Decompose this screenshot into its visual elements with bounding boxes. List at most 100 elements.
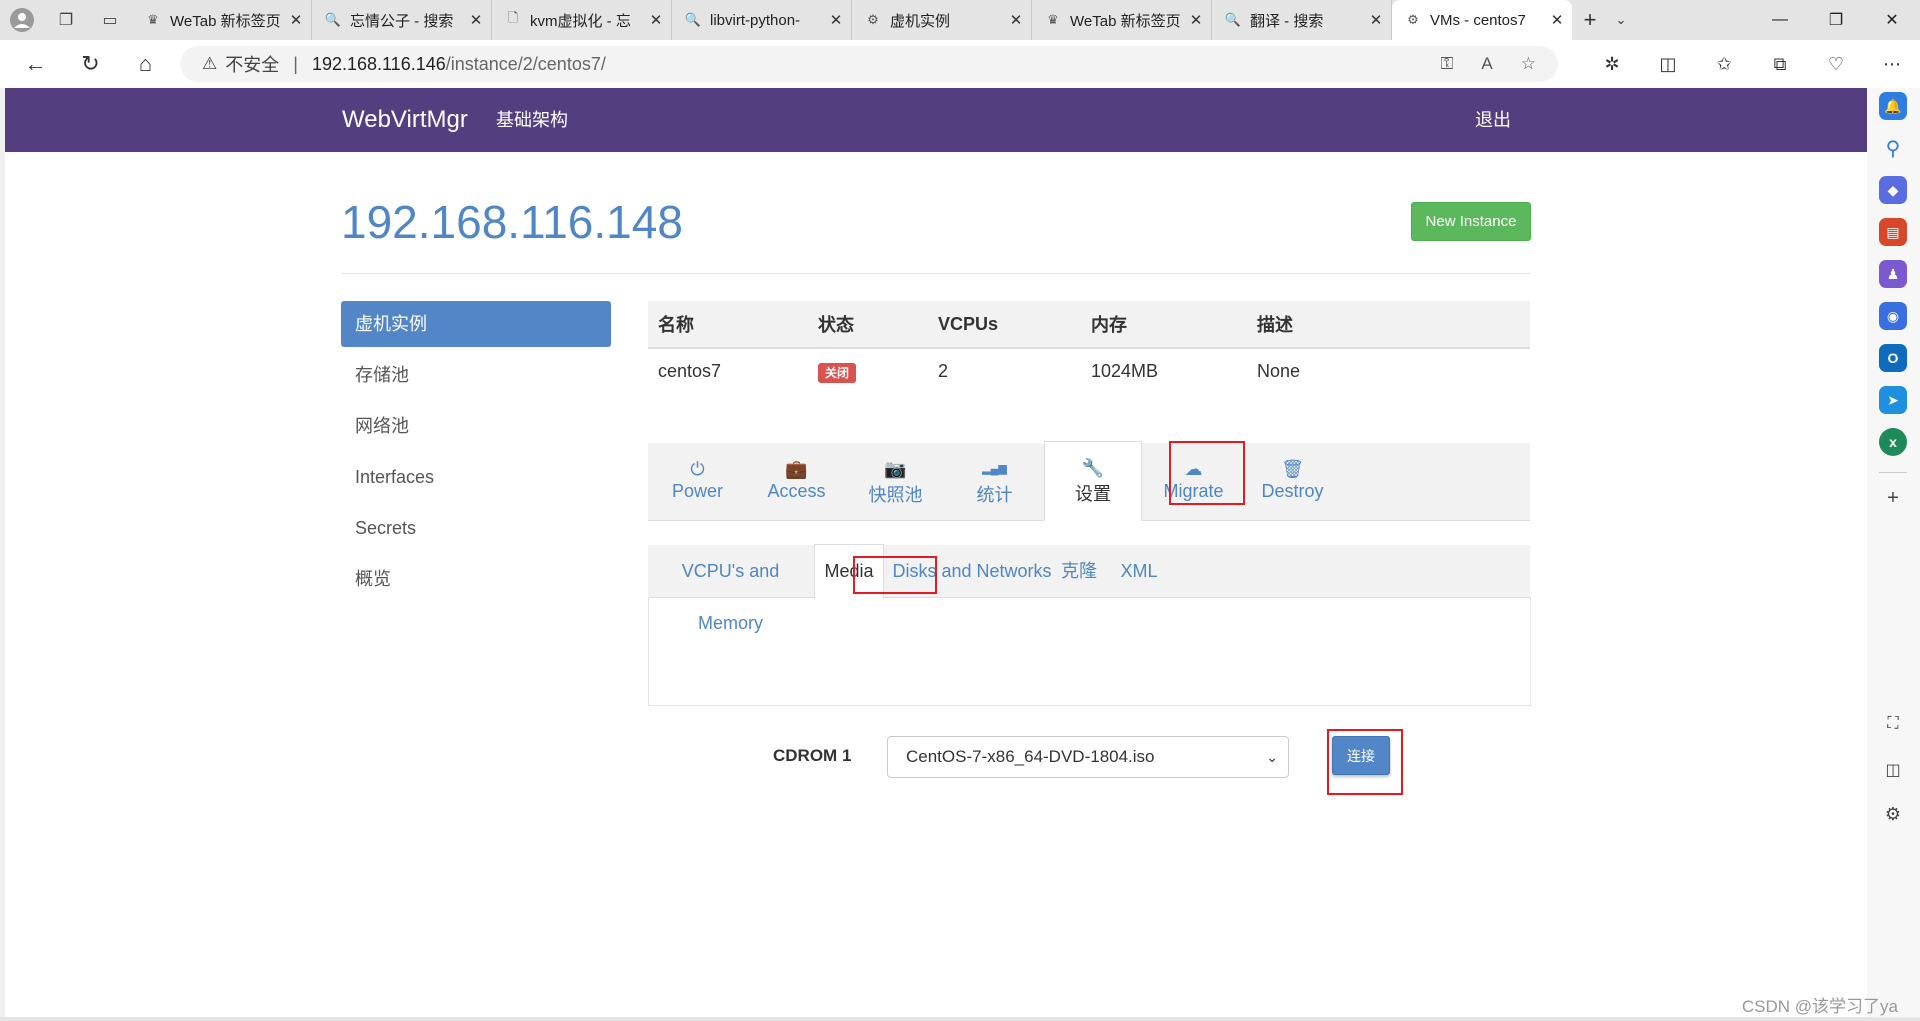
settings-gear-icon[interactable]: ⚙ <box>1879 800 1907 828</box>
shopping-tag-icon[interactable]: ◆ <box>1879 176 1907 204</box>
search-icon: 🔍 <box>684 12 702 27</box>
nav-infrastructure[interactable]: 基础架构 <box>496 88 568 152</box>
close-tab-icon[interactable]: ✕ <box>1548 11 1566 29</box>
browser-tab[interactable]: ♛ WeTab 新标签页 ✕ <box>132 0 312 40</box>
browser-tab[interactable]: ♛ WeTab 新标签页 ✕ <box>1032 0 1212 40</box>
col-description: 描述 <box>1247 301 1530 349</box>
close-tab-icon[interactable]: ✕ <box>1187 11 1205 29</box>
search-icon[interactable]: ⚲ <box>1879 134 1907 162</box>
browser-tab[interactable]: 🔍 libvirt-python- ✕ <box>672 0 852 40</box>
action-tab-label: 设置 <box>1075 484 1111 504</box>
url-field[interactable]: ⚠ 不安全 | 192.168.116.146/instance/2/cento… <box>180 46 1558 82</box>
browser-tab-title: kvm虚拟化 - 忘 <box>530 12 631 30</box>
split-screen-icon[interactable]: ◫ <box>1640 40 1696 88</box>
screenshot-icon[interactable]: ⛶ <box>1879 710 1907 738</box>
action-tab[interactable]: ▂▄▆ 统计 <box>945 443 1044 520</box>
outlook-icon[interactable]: O <box>1879 344 1907 372</box>
sidebar-toggle-icon[interactable]: ◫ <box>1879 756 1907 784</box>
close-tab-icon[interactable]: ✕ <box>1007 11 1025 29</box>
minimize-icon[interactable]: — <box>1752 0 1808 40</box>
action-tab[interactable]: ⏻ Power <box>648 443 747 520</box>
security-label: 不安全 <box>225 55 280 75</box>
games-icon[interactable]: ♟ <box>1879 260 1907 288</box>
new-tab-icon[interactable]: + <box>1572 7 1608 33</box>
cdrom-iso-select[interactable]: CentOS-7-x86_64-DVD-1804.iso ⌄ <box>887 736 1289 778</box>
tab-actions-icon[interactable]: ▭ <box>88 0 132 40</box>
profile-icon[interactable] <box>0 0 44 40</box>
browser-tab[interactable]: 🔍 忘情公子 - 搜索 ✕ <box>312 0 492 40</box>
subtab[interactable]: 克隆 <box>1048 545 1110 597</box>
top-navbar: WebVirtMgr 基础架构 退出 <box>5 88 1867 152</box>
window-controls: — ❐ ✕ <box>1752 0 1920 40</box>
cell-name: centos7 <box>658 361 722 381</box>
read-aloud-icon[interactable]: A <box>1481 54 1492 74</box>
divider <box>341 273 1531 274</box>
webvirt-icon: ⚙ <box>867 12 879 27</box>
warning-icon: ⚠ <box>202 54 218 73</box>
collections-icon[interactable]: ❐ <box>44 0 88 40</box>
bottom-edge <box>0 1017 1920 1021</box>
action-tab-label: Access <box>767 481 826 501</box>
refresh-icon[interactable]: ↻ <box>63 40 118 88</box>
favorite-star-icon[interactable]: ☆ <box>1521 54 1536 74</box>
instance-action-tabs: ⏻ Power 💼 Access 📷 快照池 ▂▄▆ 统计 🔧 设置 ☁ Migrate 🗑 Destro… <box>648 441 1530 521</box>
action-tab[interactable]: 🗑 Destroy <box>1243 443 1342 520</box>
browser-tab-title: 虚机实例 <box>890 12 951 30</box>
menu-item[interactable]: 存储池 <box>341 352 611 398</box>
close-tab-icon[interactable]: ✕ <box>827 11 845 29</box>
url-separator: | <box>293 53 298 74</box>
extensions-icon[interactable]: ✲ <box>1584 40 1640 88</box>
favorites-icon[interactable]: ✩ <box>1696 40 1752 88</box>
menu-item[interactable]: 网络池 <box>341 403 611 449</box>
menu-item[interactable]: 概览 <box>341 556 611 602</box>
sidebar-divider <box>1879 472 1907 473</box>
key-icon[interactable]: ⚿ <box>1440 54 1453 74</box>
col-memory: 内存 <box>1081 301 1247 349</box>
action-tab-label: Destroy <box>1261 481 1324 501</box>
url-path: /instance/2/centos7/ <box>445 53 606 74</box>
menu-item[interactable]: Secrets <box>341 505 611 551</box>
close-tab-icon[interactable]: ✕ <box>287 11 305 29</box>
action-tab[interactable]: 📷 快照池 <box>846 443 945 520</box>
add-icon[interactable]: + <box>1879 484 1907 512</box>
browser-essentials-icon[interactable]: ♡ <box>1808 40 1864 88</box>
crown-icon: ♛ <box>1047 12 1059 27</box>
new-instance-button[interactable]: New Instance <box>1411 202 1531 241</box>
annotation-box-settings <box>1169 441 1245 505</box>
send-icon[interactable]: ➤ <box>1879 386 1907 414</box>
more-menu-icon[interactable]: ⋯ <box>1864 40 1920 88</box>
subtab[interactable]: XML <box>1108 545 1170 597</box>
browser-tab[interactable]: ⚙ VMs - centos7 ✕ <box>1392 0 1572 40</box>
crown-icon: ♛ <box>147 12 159 27</box>
home-icon[interactable]: ⌂ <box>118 40 173 88</box>
collections-toolbar-icon[interactable]: ⧉ <box>1752 40 1808 88</box>
url-host: 192.168.116.146 <box>311 53 446 74</box>
page-title: 192.168.116.148 <box>341 196 683 248</box>
menu-item[interactable]: Interfaces <box>341 454 611 500</box>
restore-icon[interactable]: ❐ <box>1808 0 1864 40</box>
browser-tab[interactable]: 🔍 翻译 - 搜索 ✕ <box>1212 0 1392 40</box>
microsoft-365-icon[interactable]: ◉ <box>1879 302 1907 330</box>
browser-tab[interactable]: 🗋 kvm虚拟化 - 忘 ✕ <box>492 0 672 40</box>
tools-briefcase-icon[interactable]: ▤ <box>1879 218 1907 246</box>
cell-vcpus: 2 <box>938 361 949 381</box>
x-app-icon[interactable]: x <box>1879 428 1907 456</box>
back-icon[interactable]: ← <box>8 40 63 88</box>
settings-subtabs: VCPU's and Memory Media Disks and Networks… <box>648 544 1530 633</box>
chevron-down-icon[interactable]: ⌄ <box>1608 12 1634 28</box>
logout-link[interactable]: 退出 <box>1475 88 1511 152</box>
close-tab-icon[interactable]: ✕ <box>1367 11 1385 29</box>
action-tab[interactable]: 🔧 设置 <box>1044 441 1142 521</box>
close-tab-icon[interactable]: ✕ <box>467 11 485 29</box>
action-tab-label: 统计 <box>976 485 1013 505</box>
browser-tab[interactable]: ⚙ 虚机实例 ✕ <box>852 0 1032 40</box>
menu-item[interactable]: 虚机实例 <box>341 301 611 347</box>
close-tab-icon[interactable]: ✕ <box>647 11 665 29</box>
close-window-icon[interactable]: ✕ <box>1864 0 1920 40</box>
cell-status: 关闭 <box>808 348 928 394</box>
browser-tab-strip: ❐ ▭ ♛ WeTab 新标签页 ✕ 🔍 忘情公子 - 搜索 ✕ 🗋 kvm虚拟化 - 忘 ✕ 🔍… <box>0 0 1920 40</box>
notification-bell-icon[interactable]: 🔔 <box>1879 92 1907 120</box>
action-tab[interactable]: 💼 Access <box>747 443 846 520</box>
subtab[interactable]: VCPU's and Memory <box>648 545 813 633</box>
brand-link[interactable]: WebVirtMgr <box>342 88 468 152</box>
